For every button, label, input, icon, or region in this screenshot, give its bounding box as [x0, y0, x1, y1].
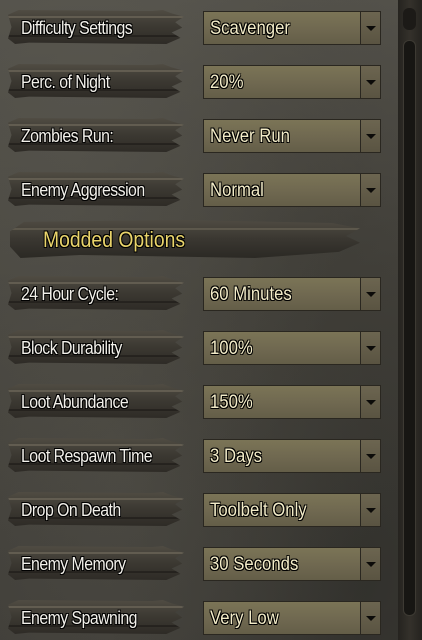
dropdown-value: 30 Seconds: [210, 554, 299, 575]
dropdown-button[interactable]: [360, 548, 380, 580]
dropdown-button[interactable]: [360, 12, 380, 44]
block-durability-dropdown[interactable]: 100%: [203, 331, 381, 365]
chevron-down-icon: [366, 562, 376, 567]
chevron-down-icon: [366, 134, 376, 139]
loot-respawn-dropdown[interactable]: 3 Days: [203, 439, 381, 473]
enemy-spawning-dropdown[interactable]: Very Low: [203, 601, 381, 635]
enemy-memory-dropdown[interactable]: 30 Seconds: [203, 547, 381, 581]
dropdown-button[interactable]: [360, 386, 380, 418]
loot-abundance-dropdown[interactable]: 150%: [203, 385, 381, 419]
chevron-down-icon: [366, 616, 376, 621]
chevron-down-icon: [366, 454, 376, 459]
dropdown-value: 20%: [210, 72, 244, 93]
day-cycle-dropdown[interactable]: 60 Minutes: [203, 277, 381, 311]
setting-label: Enemy Memory: [21, 554, 126, 574]
setting-label: Loot Abundance: [21, 392, 129, 412]
setting-label: Enemy Spawning: [21, 608, 137, 628]
dropdown-button[interactable]: [360, 440, 380, 472]
dropdown-button[interactable]: [360, 602, 380, 634]
dropdown-button[interactable]: [360, 278, 380, 310]
dropdown-button[interactable]: [360, 120, 380, 152]
dropdown-value: Scavenger: [210, 18, 290, 39]
section-title: Modded Options: [43, 227, 186, 252]
dropdown-button[interactable]: [360, 494, 380, 526]
enemy-aggression-dropdown[interactable]: Normal: [203, 173, 381, 207]
setting-label: Enemy Aggression: [21, 180, 145, 200]
chevron-down-icon: [366, 188, 376, 193]
dropdown-value: 60 Minutes: [210, 284, 292, 305]
setting-label: 24 Hour Cycle:: [21, 284, 119, 304]
dropdown-value: 100%: [210, 338, 253, 359]
setting-label: Zombies Run:: [21, 126, 114, 146]
scroll-thumb[interactable]: [403, 40, 416, 616]
chevron-down-icon: [366, 346, 376, 351]
dropdown-button[interactable]: [360, 174, 380, 206]
dropdown-button[interactable]: [360, 332, 380, 364]
chevron-down-icon: [366, 400, 376, 405]
dropdown-value: Toolbelt Only: [210, 500, 307, 521]
dropdown-value: Never Run: [210, 126, 290, 147]
setting-label: Drop On Death: [21, 500, 121, 520]
zombies-run-dropdown[interactable]: Never Run: [203, 119, 381, 153]
dropdown-value: Very Low: [210, 608, 279, 629]
setting-label: Perc. of Night: [21, 72, 110, 92]
night-percentage-dropdown[interactable]: 20%: [203, 65, 381, 99]
section-header: Modded Options: [0, 220, 400, 260]
scrollbar[interactable]: [398, 0, 422, 640]
setting-label: Block Durability: [21, 338, 122, 358]
drop-on-death-dropdown[interactable]: Toolbelt Only: [203, 493, 381, 527]
chevron-down-icon: [366, 292, 376, 297]
difficulty-dropdown[interactable]: Scavenger: [203, 11, 381, 45]
dropdown-value: 150%: [210, 392, 253, 413]
chevron-down-icon: [366, 508, 376, 513]
scroll-up-handle[interactable]: [403, 8, 416, 30]
setting-label: Loot Respawn Time: [21, 446, 153, 466]
setting-label: Difficulty Settings: [21, 18, 133, 38]
chevron-down-icon: [366, 80, 376, 85]
dropdown-button[interactable]: [360, 66, 380, 98]
dropdown-value: 3 Days: [210, 446, 263, 467]
chevron-down-icon: [366, 26, 376, 31]
dropdown-value: Normal: [210, 180, 264, 201]
